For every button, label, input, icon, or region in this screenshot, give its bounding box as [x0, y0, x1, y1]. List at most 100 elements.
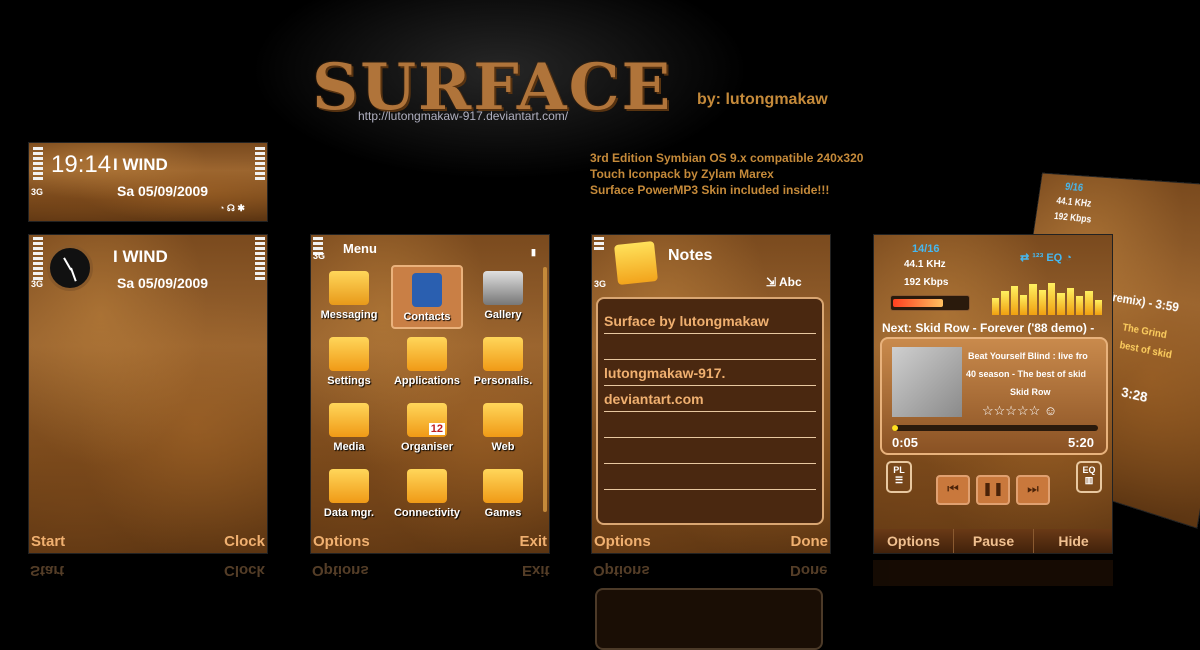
album-art — [892, 347, 962, 417]
menu-item-label: Games — [484, 507, 522, 519]
battery-bars — [255, 237, 265, 280]
notes-text-area[interactable]: Surface by lutongmakaw lutongmakaw-917. … — [596, 297, 824, 525]
next-button[interactable]: ⏭ — [1016, 475, 1050, 505]
clock-softkey[interactable]: Clock — [224, 533, 265, 550]
menu-item-data-manager[interactable]: Data mgr. — [313, 463, 385, 527]
menu-item-settings[interactable]: Settings — [313, 331, 385, 395]
connectivity-folder-icon — [407, 469, 447, 503]
info-block: 3rd Edition Symbian OS 9.x compatible 24… — [590, 150, 863, 198]
done-softkey[interactable]: Done — [791, 533, 829, 550]
eq-label: EQ — [1046, 252, 1063, 264]
menu-item-gallery[interactable]: Gallery — [467, 265, 539, 329]
bitrate: 192 Kbps — [904, 277, 949, 288]
menu-item-connectivity[interactable]: Connectivity — [391, 463, 463, 527]
options-softkey[interactable]: Options — [313, 533, 370, 550]
song-line: 40 season - The best of skid — [966, 369, 1087, 379]
sample-rate: 44.1 KHz — [904, 259, 946, 270]
menu-item-label: Settings — [327, 375, 371, 387]
menu-item-messaging[interactable]: Messaging — [313, 265, 385, 329]
standby-screen: I WIND Sa 05/09/2009 3G Start Clock — [28, 234, 268, 554]
menu-item-web[interactable]: Web — [467, 397, 539, 461]
reflected-clock: Clock — [224, 562, 265, 579]
player-softkey-bar: Options Pause Hide — [874, 529, 1112, 553]
song-fragment: The Grind — [1121, 322, 1168, 342]
signal-bars — [33, 237, 43, 280]
previous-icon: ⏮ — [947, 482, 959, 497]
menu-item-media[interactable]: Media — [313, 397, 385, 461]
reflection-strip: Start Clock Options Exit Options Done — [0, 558, 1200, 650]
song-line: Skid Row — [1010, 387, 1051, 397]
reflected-notes-pad — [595, 588, 823, 650]
progress-track[interactable] — [892, 425, 1098, 431]
notes-title: Notes — [668, 247, 713, 264]
pause-button[interactable]: ❚❚ — [976, 475, 1010, 505]
menu-item-applications[interactable]: Applications — [391, 331, 463, 395]
progress-fill — [892, 425, 898, 431]
eq-indicator: ⇄ ¹²³ EQ ◔ — [1020, 252, 1072, 264]
note-line: lutongmakaw-917. — [604, 365, 726, 381]
analog-clock-icon — [47, 245, 93, 291]
volume-bar[interactable] — [890, 295, 970, 311]
contacts-icon — [412, 273, 442, 307]
pause-icon: ❚❚ — [982, 482, 1004, 497]
next-fragment: (remix) - 3:59 — [1108, 289, 1181, 315]
sample-rate: 44.1 KHz — [1055, 195, 1093, 210]
menu-item-label: Personalis. — [473, 375, 533, 387]
menu-item-contacts[interactable]: Contacts — [391, 265, 463, 329]
envelope-icon — [329, 271, 369, 305]
signal-bars — [594, 237, 604, 250]
digital-time: 19:14 — [51, 151, 112, 178]
reflected-player-bar — [873, 560, 1113, 586]
status-icons: ◔ ☊ ✱ — [219, 203, 245, 213]
network-indicator: 3G — [594, 279, 607, 289]
mp3-player-screen: 14/16 44.1 KHz 192 Kbps ⇄ ¹²³ EQ ◔ Next:… — [873, 234, 1113, 554]
operator-name: I WIND — [113, 155, 168, 174]
menu-screen: 3G Menu ▮ Messaging Contacts Gallery Set… — [310, 234, 550, 554]
pause-softkey[interactable]: Pause — [954, 529, 1034, 553]
games-folder-icon — [483, 469, 523, 503]
settings-folder-icon — [329, 337, 369, 371]
notes-icon — [614, 241, 658, 285]
input-mode-label: Abc — [778, 275, 802, 289]
scrollbar[interactable] — [543, 267, 547, 512]
menu-item-label: Organiser — [401, 441, 453, 453]
eq-button-label: EQ — [1082, 465, 1096, 475]
playlist-button[interactable]: PL ☰ — [886, 461, 912, 493]
now-playing-panel: Beat Yourself Blind : live fro 40 season… — [880, 337, 1108, 455]
previous-button[interactable]: ⏮ — [936, 475, 970, 505]
network-indicator: 3G — [31, 279, 44, 289]
info-line: Touch Iconpack by Zylam Marex — [590, 167, 774, 181]
eq-button[interactable]: EQ ▥ — [1076, 461, 1102, 493]
menu-item-organiser[interactable]: 12 Organiser — [391, 397, 463, 461]
menu-item-games[interactable]: Games — [467, 463, 539, 527]
next-icon: ⏭ — [1027, 482, 1039, 497]
menu-item-personalisation[interactable]: Personalis. — [467, 331, 539, 395]
note-line: Surface by lutongmakaw — [604, 313, 769, 329]
operator-name: I WIND — [113, 247, 168, 266]
signal-bars — [33, 147, 43, 180]
hide-button[interactable]: Hide — [1034, 529, 1112, 553]
info-line: Surface PowerMP3 Skin included inside!!! — [590, 183, 830, 197]
gallery-icon — [483, 271, 523, 305]
standby-clock-strip: 19:14 I WIND Sa 05/09/2009 3G ◔ ☊ ✱ — [28, 142, 268, 222]
data-manager-folder-icon — [329, 469, 369, 503]
logo-url: http://lutongmakaw-917.deviantart.com/ — [358, 109, 569, 123]
network-indicator: 3G — [31, 187, 44, 197]
options-button[interactable]: Options — [874, 529, 954, 553]
menu-item-label: Messaging — [320, 309, 378, 321]
standby-date: Sa 05/09/2009 — [117, 275, 209, 291]
song-line: Beat Yourself Blind : live fro — [968, 351, 1088, 361]
exit-softkey[interactable]: Exit — [519, 533, 547, 550]
rating-stars[interactable]: ☆☆☆☆☆ ☺ — [982, 403, 1057, 419]
equalizer-visualizer — [992, 281, 1102, 315]
standby-date: Sa 05/09/2009 — [117, 183, 209, 199]
info-line: 3rd Edition Symbian OS 9.x compatible 24… — [590, 151, 864, 165]
start-softkey[interactable]: Start — [31, 533, 65, 550]
reflected-done: Done — [790, 562, 828, 579]
web-at-icon — [483, 403, 523, 437]
options-softkey[interactable]: Options — [594, 533, 651, 550]
network-indicator: 3G — [313, 251, 326, 261]
menu-item-label: Connectivity — [393, 507, 460, 519]
bitrate: 192 Kbps — [1053, 211, 1093, 226]
menu-item-label: Data mgr. — [323, 507, 375, 519]
